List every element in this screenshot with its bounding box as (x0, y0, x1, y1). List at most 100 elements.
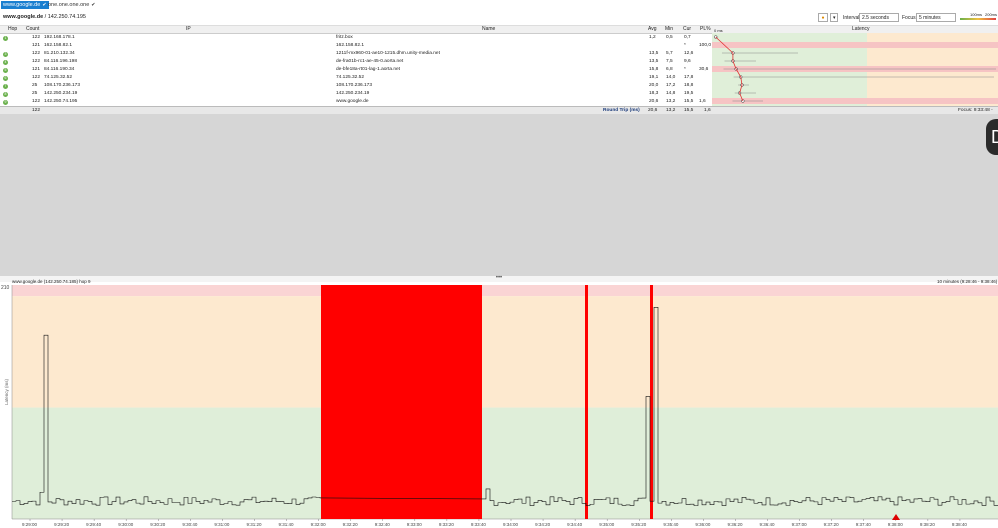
side-tab[interactable]: D (986, 119, 998, 155)
hop-status-icon: 8 (3, 91, 8, 97)
cell-min: 13,2 (666, 99, 676, 104)
focus-select[interactable]: 5 minutes (916, 13, 956, 22)
cell-ip: 142.250.234.19 (44, 91, 78, 96)
col-cur[interactable]: Cur (683, 26, 691, 33)
cell-ip: 84.116.196.198 (44, 59, 77, 64)
interval-select[interactable]: 2.5 seconds (859, 13, 899, 22)
cell-ip: 142.250.74.195 (44, 99, 78, 104)
scale-low-label: 100ms (970, 12, 983, 17)
cell-count: 122 (32, 75, 41, 80)
x-tick-label: 9:36:20 (727, 522, 743, 527)
focus-label: Focus (902, 15, 916, 21)
latency-axis-label: 0 ms (714, 28, 723, 33)
cell-avg: 20,6 (649, 99, 659, 104)
x-tick-label: 9:29:00 (22, 522, 38, 527)
tab-label: one.one.one.one (48, 2, 90, 8)
cell-ip: 108.170.236.173 (44, 83, 81, 88)
cell-name: 142.250.234.19 (336, 91, 370, 96)
target-bar: www.google.de / 142.250.74.195 ● ▾ Inter… (0, 11, 998, 26)
x-tick-label: 9:33:20 (439, 522, 455, 527)
x-tick-label: 9:30:20 (150, 522, 166, 527)
interval-label: Interval (843, 15, 860, 21)
cell-min: 6,8 (666, 67, 673, 72)
x-tick-label: 9:32:00 (311, 522, 327, 527)
tab-google[interactable]: www.google.de ✔ (1, 1, 49, 9)
x-tick-label: 9:32:40 (375, 522, 391, 527)
col-ip[interactable]: IP (186, 26, 191, 33)
x-tick-label: 9:32:20 (343, 522, 359, 527)
table-row[interactable]: 6 122 74.125.32.52 74.125.32.52 19,1 14,0 17,8 (0, 74, 712, 82)
hop-status-icon: 6 (3, 75, 8, 81)
col-hop[interactable]: Hop (8, 26, 17, 33)
interval-value: 2.5 seconds (862, 15, 889, 21)
cell-cur: 12,6 (684, 51, 694, 56)
warning-icon[interactable]: ● (818, 13, 828, 22)
cell-name: www.google.de (336, 99, 369, 104)
focus-value: 5 minutes (919, 15, 941, 21)
summary-min: 13,2 (666, 108, 676, 113)
x-tick-label: 9:34:40 (567, 522, 583, 527)
col-avg[interactable]: Avg (648, 26, 657, 33)
scale-high-label: 200ms (985, 12, 998, 17)
cell-name: de-fra01b-rc1-ae-45-0.aorta.net (336, 59, 404, 64)
cell-name: 1211f-mx960-01-ae10-1215.dhm.unity-media… (336, 51, 440, 56)
cell-name: 74.125.32.52 (336, 75, 365, 80)
x-tick-label: 9:37:00 (792, 522, 808, 527)
cell-ip: 162.158.82.1 (44, 43, 73, 48)
cell-min: 17,2 (666, 83, 676, 88)
x-tick-label: 9:35:00 (599, 522, 615, 527)
tab-label: www.google.de (3, 2, 41, 8)
hop-status-icon: 5 (3, 67, 8, 73)
check-icon: ✔ (91, 2, 96, 8)
x-tick-label: 9:33:00 (407, 522, 423, 527)
cell-ip: 74.125.32.52 (44, 75, 73, 80)
col-min[interactable]: Min (665, 26, 673, 33)
col-count[interactable]: Count (26, 26, 39, 33)
col-latency[interactable]: Latency (852, 26, 870, 33)
cell-avg: 18,3 (649, 91, 659, 96)
cell-cur: 15,5 (684, 99, 694, 104)
cell-pl: 100,0 (699, 43, 712, 48)
y-axis-label: Latency (ms) (4, 378, 9, 405)
cell-avg: 15,8 (649, 67, 659, 72)
high-latency-zone (12, 285, 998, 297)
table-row[interactable]: 1 122 192.168.178.1 fritz.box 1,2 0,5 0,7 (0, 34, 712, 42)
cell-avg: 13,5 (649, 51, 659, 56)
x-tick-label: 9:36:40 (760, 522, 776, 527)
cell-ip: 192.168.178.1 (44, 35, 75, 40)
cell-count: 122 (32, 35, 41, 40)
table-row[interactable]: 5 121 84.116.190.34 de-bfe18a-rt01-lag-1.ao… (0, 66, 712, 74)
hop-status-icon: 1 (3, 35, 8, 41)
table-row[interactable]: 9 122 142.250.74.195 www.google.de 20,6 13,2 1… (0, 98, 712, 106)
tab-cloudflare[interactable]: one.one.one.one ✔ (46, 1, 110, 9)
latency-mini-graph (712, 33, 998, 106)
cell-name: de-bfe18a-rt01-lag-1.aorta.net (336, 67, 400, 72)
chevron-down-icon[interactable]: ▾ (830, 13, 838, 22)
cell-min: 5,7 (666, 51, 673, 56)
empty-area (0, 114, 998, 276)
cell-count: 25 (32, 83, 38, 88)
table-row[interactable]: 3 122 81.210.132.34 1211f-mx960-01-ae10-121… (0, 50, 712, 58)
table-row[interactable]: 121 162.158.82.1 162.158.82.1 * 100,0 (0, 42, 712, 50)
chart-title: www.google.de (142.250.74.185) hop 9 (12, 279, 91, 284)
packet-loss-block (650, 285, 653, 519)
col-pl[interactable]: PL% (700, 26, 711, 33)
table-row[interactable]: 4 122 84.116.196.198 de-fra01b-rc1-ae-45-0.… (0, 58, 712, 66)
col-name[interactable]: Name (482, 26, 495, 33)
target-ip: 142.250.74.195 (47, 14, 86, 20)
target-host: www.google.de (3, 14, 44, 20)
summary-avg: 20,6 (648, 108, 658, 113)
chart-range: 10 minutes (9:28:46 - 9:38:46) (937, 279, 998, 284)
table-row[interactable]: 8 25 142.250.234.19 142.250.234.19 18,3 14,8 1… (0, 90, 712, 98)
x-tick-label: 9:34:20 (535, 522, 551, 527)
cell-min: 0,5 (666, 35, 673, 40)
cell-ip: 84.116.190.34 (44, 67, 75, 72)
warn-latency-zone (12, 296, 998, 408)
cell-cur: 9,6 (684, 59, 691, 64)
cell-cur: * (684, 67, 686, 72)
x-tick-label: 9:29:40 (86, 522, 102, 527)
packet-loss-bar (712, 42, 998, 48)
summary-count: 122 (32, 108, 41, 113)
hop-status-icon: 9 (3, 99, 8, 105)
table-row[interactable]: 7 25 108.170.236.173 108.170.236.173 20,0 17,… (0, 82, 712, 90)
